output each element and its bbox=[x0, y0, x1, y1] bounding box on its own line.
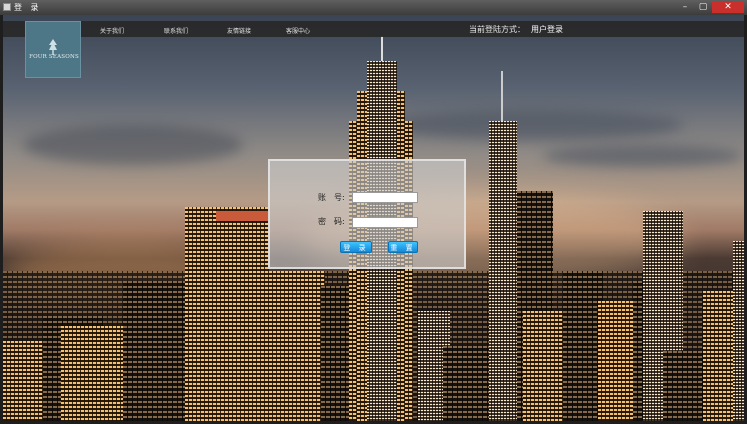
account-input[interactable] bbox=[352, 192, 418, 203]
minimize-button[interactable]: – bbox=[676, 1, 694, 13]
window-title: 登 录 bbox=[14, 3, 42, 12]
login-panel: 账 号: 密 码: 登 录 重 置 bbox=[268, 159, 466, 269]
nav-item-customer-service[interactable]: 客服中心 bbox=[286, 26, 310, 35]
nav-item-friend-links[interactable]: 友情链接 bbox=[227, 26, 251, 35]
account-label: 账 号: bbox=[318, 193, 345, 202]
app-window: 登 录 – ▢ ✕ 关于我们 联系我们 友情链接 客服中心 当前登陆方式： 用户… bbox=[0, 0, 747, 424]
user-login-link[interactable]: 用户登录 bbox=[531, 24, 563, 35]
title-bar: 登 录 – ▢ ✕ bbox=[0, 0, 747, 15]
password-input[interactable] bbox=[352, 217, 418, 228]
maximize-button[interactable]: ▢ bbox=[694, 1, 712, 13]
nav-item-contact-us[interactable]: 联系我们 bbox=[164, 26, 188, 35]
four-seasons-logo[interactable]: FOUR SEASONS bbox=[25, 21, 81, 78]
tree-icon bbox=[49, 39, 57, 55]
close-button[interactable]: ✕ bbox=[712, 1, 744, 13]
reset-button[interactable]: 重 置 bbox=[388, 241, 418, 253]
window-frame-left bbox=[0, 15, 3, 424]
nav-item-about-us[interactable]: 关于我们 bbox=[100, 26, 124, 35]
app-icon bbox=[3, 3, 11, 11]
password-label: 密 码: bbox=[318, 217, 345, 226]
login-mode-label: 当前登陆方式： bbox=[469, 25, 525, 34]
login-button[interactable]: 登 录 bbox=[340, 241, 372, 253]
logo-text: FOUR SEASONS bbox=[29, 54, 79, 60]
top-nav-bar: 关于我们 联系我们 友情链接 客服中心 当前登陆方式： 用户登录 bbox=[3, 21, 744, 37]
